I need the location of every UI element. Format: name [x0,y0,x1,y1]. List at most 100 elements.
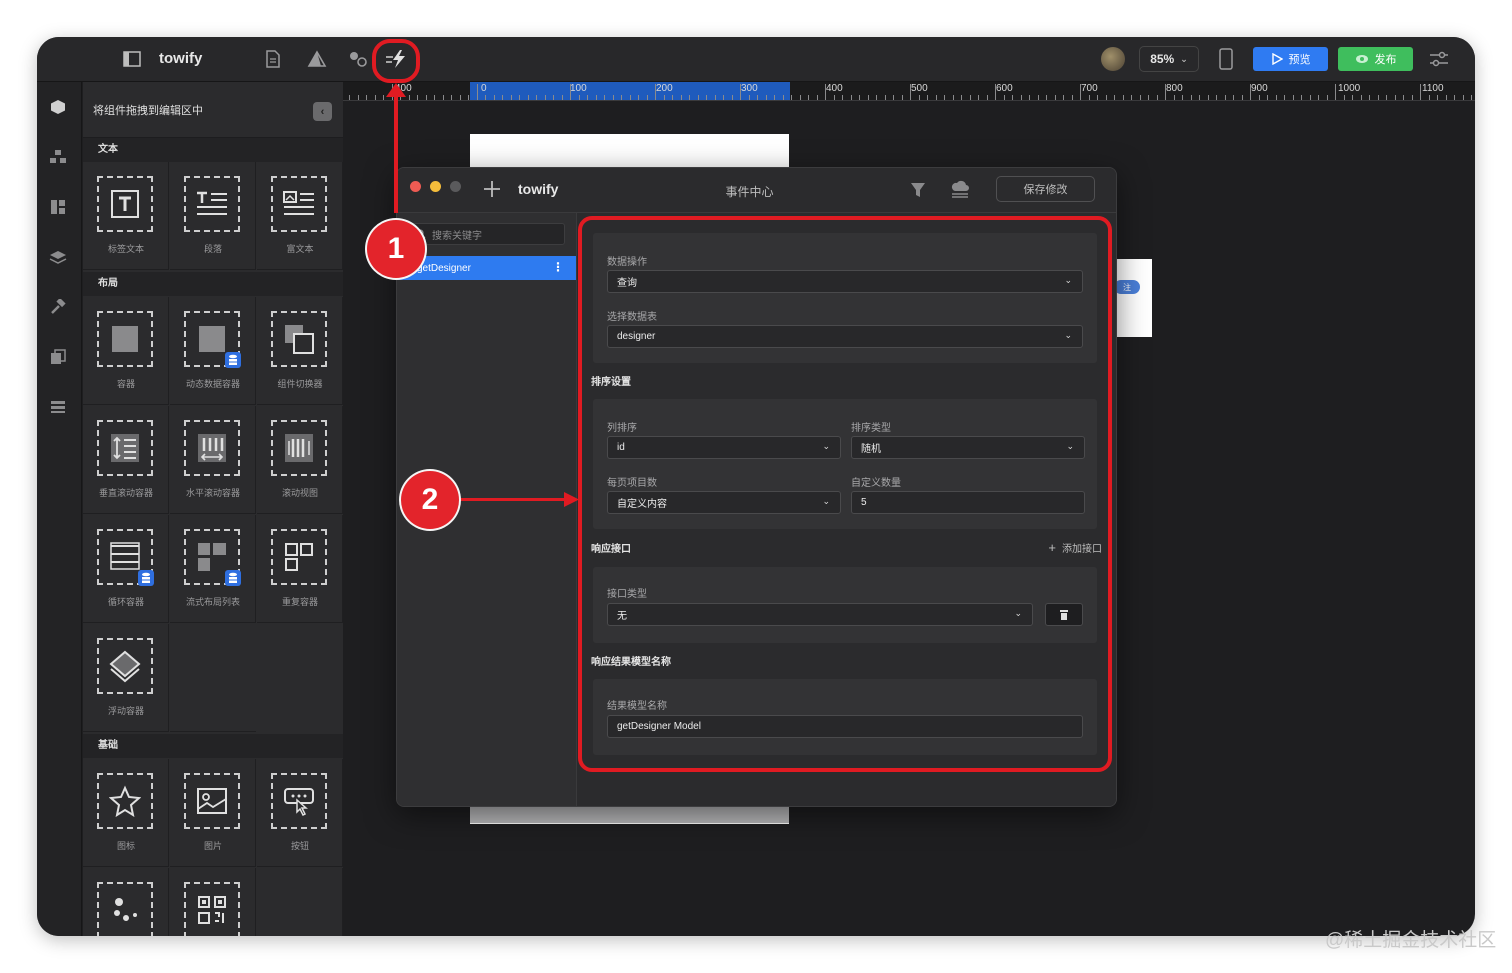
horizontal-ruler: 400 0 100 200 300 400 500 600 700 800 900 1000 1100 [343,82,1475,101]
component-label: 浮动容器 [107,706,144,716]
component-label-text[interactable]: 标签文本 [83,162,169,270]
component-scroll-view[interactable]: 滚动视图 [257,406,343,514]
component-label: 组件切换器 [277,379,323,389]
layers-icon[interactable] [47,246,69,268]
ruler-tick [1089,95,1090,100]
search-input[interactable]: 搜索关键字 [405,223,565,245]
component-dynamic-container[interactable]: 动态数据容器 [170,297,256,405]
list-icon[interactable] [47,396,69,418]
device-phone-icon[interactable] [1219,48,1233,70]
rich-text-icon [271,176,327,232]
component-icon[interactable]: 图标 [83,759,169,867]
component-floating-container[interactable]: 浮动容器 [83,624,169,732]
ruler-tick [1395,95,1396,100]
ruler-tick [1463,95,1464,100]
ruler-tick [978,95,979,100]
component-flow-list[interactable]: 流式布局列表 [170,515,256,623]
ruler-tick [1429,95,1430,100]
annotation-badge-1: 1 [367,220,425,278]
ruler-tick [944,95,945,100]
components-cube-icon[interactable] [47,96,69,118]
theme-icon[interactable] [307,50,327,68]
ruler-tick [579,95,580,100]
component-label: 富文本 [286,244,314,254]
component-dots[interactable] [83,868,169,936]
annotation-arrowhead-2 [564,492,579,507]
more-vertical-icon[interactable]: ⋮ [552,260,564,274]
ruler-label: 300 [741,83,758,94]
annotation-line-1 [394,95,398,213]
component-qrcode[interactable] [170,868,256,936]
ruler-tick [706,95,707,100]
ruler-tick [859,95,860,100]
ruler-tick [553,95,554,100]
component-horizontal-scroll[interactable]: 水平滚动容器 [170,406,256,514]
ruler-tick [715,95,716,100]
ruler-tick [842,95,843,100]
ruler-tick [1080,84,1081,100]
settings-sliders-icon[interactable] [1429,50,1449,68]
component-vertical-scroll[interactable]: 垂直滚动容器 [83,406,169,514]
layout-blocks-icon[interactable] [47,196,69,218]
maximize-window-button[interactable] [450,181,461,192]
event-item-selected[interactable]: getDesigner ⋮ [397,256,576,280]
ruler-tick [426,95,427,100]
publish-button[interactable]: 发布 [1338,47,1413,71]
ruler-tick [1225,95,1226,100]
ruler-tick [409,95,410,100]
cloud-sync-icon[interactable] [949,180,971,200]
component-switcher[interactable]: 组件切换器 [257,297,343,405]
ruler-tick [1165,84,1166,100]
component-button[interactable]: 按钮 [257,759,343,867]
component-paragraph[interactable]: 段落 [170,162,256,270]
ruler-tick [740,84,741,100]
ruler-tick [1004,95,1005,100]
zoom-value: 85% [1150,52,1175,66]
ruler-tick [536,95,537,100]
modules-icon[interactable] [47,146,69,168]
add-icon[interactable] [482,179,502,199]
preview-button[interactable]: 预览 [1253,47,1328,71]
page-icon[interactable] [265,50,281,68]
canvas-button-pill[interactable]: 注 [1114,280,1140,294]
component-repeat-container[interactable]: 重复容器 [257,515,343,623]
user-avatar[interactable] [1101,47,1125,71]
filter-icon[interactable] [909,180,927,200]
zoom-select[interactable]: 85% ⌄ [1139,46,1199,72]
ruler-tick [1310,95,1311,100]
component-label: 标签文本 [107,244,144,254]
vertical-scroll-icon [97,420,153,476]
data-icon[interactable] [348,50,368,68]
ruler-label: 1100 [1422,83,1444,94]
ruler-tick [1335,84,1336,100]
pages-icon[interactable] [47,346,69,368]
save-changes-button[interactable]: 保存修改 [996,176,1095,202]
app-window: towify 85% ⌄ 预览 发布 将组件拖拽到编辑区中 ‹ 文本 标签文本 … [37,37,1475,936]
ruler-tick [1344,95,1345,100]
ruler-tick [664,95,665,100]
ruler-tick [1199,95,1200,100]
database-icon [225,352,241,368]
hammer-icon[interactable] [47,296,69,318]
event-item-label: getDesigner [417,262,471,274]
close-window-button[interactable] [410,181,421,192]
component-loop-container[interactable]: 循环容器 [83,515,169,623]
annotation-line-2 [458,498,566,501]
ruler-tick [1131,95,1132,100]
ruler-tick [1301,95,1302,100]
component-image[interactable]: 图片 [170,759,256,867]
empty-tile [257,868,343,936]
ruler-tick [876,95,877,100]
collapse-panel-button[interactable]: ‹ [313,102,332,121]
sidebar-toggle-icon[interactable] [123,51,141,67]
ruler-tick [562,95,563,100]
chevron-down-icon: ⌄ [1180,53,1188,64]
minimize-window-button[interactable] [430,181,441,192]
ruler-label: 600 [996,83,1013,94]
component-container[interactable]: 容器 [83,297,169,405]
component-rich-text[interactable]: 富文本 [257,162,343,270]
ruler-tick [1038,95,1039,100]
component-label: 垂直滚动容器 [98,488,153,498]
ruler-tick [1369,95,1370,100]
component-label: 流式布局列表 [185,597,240,607]
